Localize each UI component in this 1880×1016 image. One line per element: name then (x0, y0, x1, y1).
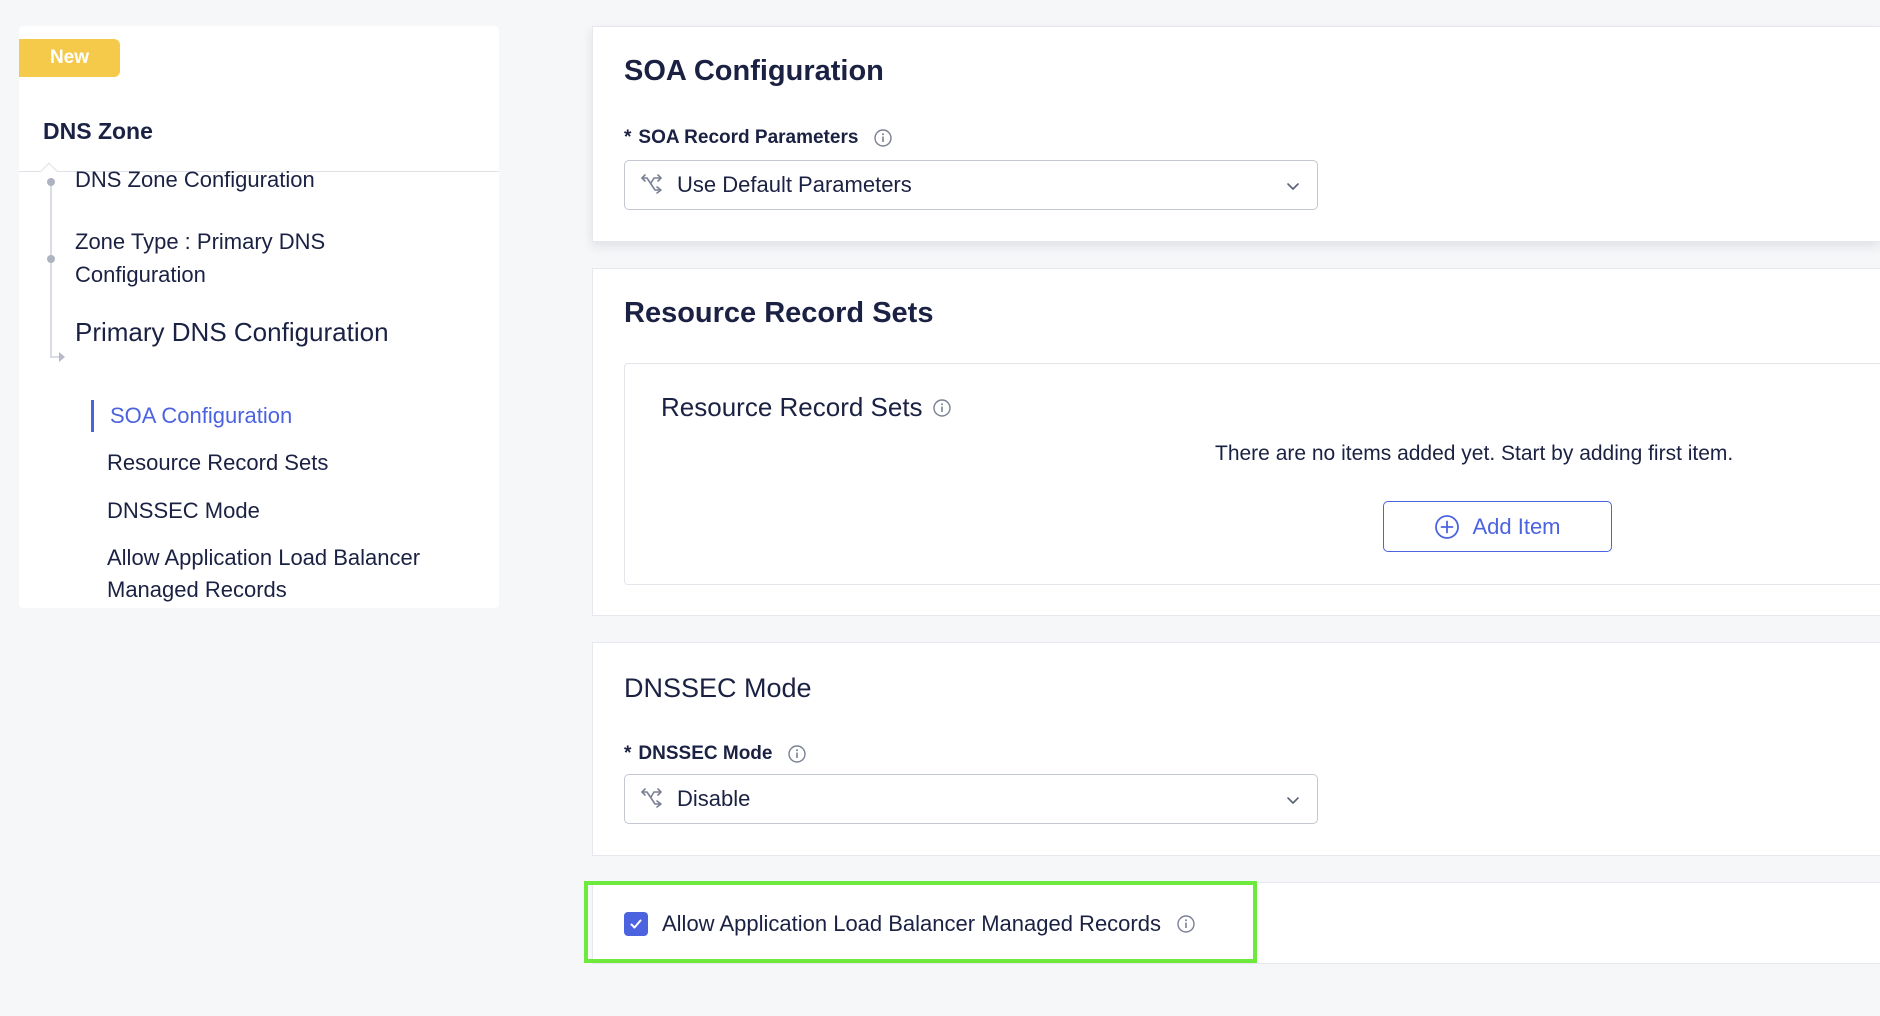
alb-checkbox-label[interactable]: Allow Application Load Balancer Managed … (662, 911, 1161, 937)
required-mark: * (624, 743, 632, 764)
soa-field-label-text: SOA Record Parameters (638, 127, 859, 148)
shuffle-icon (641, 174, 662, 194)
alb-checkbox-row: Allow Application Load Balancer Managed … (624, 911, 1195, 937)
tree-line (50, 178, 52, 358)
nav-item-zone-type[interactable]: Zone Type : Primary DNS Configuration (75, 225, 325, 291)
tree-dot (47, 178, 55, 186)
rrs-inner-title: Resource Record Sets (661, 392, 951, 423)
active-indicator (91, 400, 94, 432)
soa-record-parameters-label: * SOA Record Parameters (624, 127, 893, 149)
add-item-label: Add Item (1472, 513, 1561, 539)
info-icon[interactable] (788, 745, 807, 763)
dnssec-field-label-text: DNSSEC Mode (638, 743, 773, 764)
new-badge: New (19, 39, 120, 77)
tree-arrow-icon (59, 352, 65, 362)
shuffle-icon (641, 788, 662, 808)
chevron-down-icon (1287, 183, 1299, 190)
soa-record-parameters-select[interactable]: Use Default Parameters (624, 160, 1318, 210)
add-item-button[interactable]: Add Item (1383, 501, 1612, 552)
info-icon[interactable] (932, 398, 951, 417)
sidebar-title: DNS Zone (43, 118, 153, 144)
nav-item-dns-zone-configuration[interactable]: DNS Zone Configuration (75, 163, 315, 196)
nav-sub-soa-configuration[interactable]: SOA Configuration (110, 400, 292, 432)
chevron-down-icon (1287, 797, 1299, 804)
nav-item-primary-dns-configuration[interactable]: Primary DNS Configuration (75, 316, 389, 349)
empty-state-text: There are no items added yet. Start by a… (1215, 442, 1734, 465)
nav-sub-allow-alb-managed-records[interactable]: Allow Application Load Balancer Managed … (107, 542, 420, 606)
rrs-inner-title-text: Resource Record Sets (661, 392, 923, 422)
dnssec-mode-select[interactable]: Disable (624, 774, 1318, 824)
tree-dot (47, 255, 55, 263)
resource-record-sets-list: Resource Record Sets There are no items … (624, 363, 1880, 585)
alb-managed-records-card: Allow Application Load Balancer Managed … (592, 882, 1880, 964)
sidebar: New DNS Zone DNS Zone Configuration Zone… (19, 26, 499, 608)
info-icon[interactable] (1177, 915, 1195, 933)
alb-managed-records-checkbox[interactable] (624, 912, 648, 936)
nav-sub-resource-record-sets[interactable]: Resource Record Sets (107, 447, 328, 479)
nav-sub-dnssec-mode[interactable]: DNSSEC Mode (107, 495, 260, 527)
dnssec-mode-label: * DNSSEC Mode (624, 743, 807, 765)
resource-record-sets-card: Resource Record Sets Resource Record Set… (592, 268, 1880, 616)
checkmark-icon (630, 919, 642, 929)
required-mark: * (624, 127, 632, 148)
soa-card-title: SOA Configuration (624, 55, 884, 87)
dnssec-mode-card: DNSSEC Mode * DNSSEC Mode Disable (592, 642, 1880, 856)
dnssec-selected-value: Disable (677, 786, 751, 811)
soa-selected-value: Use Default Parameters (677, 172, 912, 197)
soa-configuration-card: SOA Configuration * SOA Record Parameter… (592, 26, 1880, 242)
sidebar-notch (40, 162, 58, 180)
plus-circle-icon (1435, 514, 1460, 539)
rrs-card-title: Resource Record Sets (624, 297, 934, 329)
dnssec-card-title: DNSSEC Mode (624, 673, 812, 703)
info-icon[interactable] (874, 129, 893, 147)
